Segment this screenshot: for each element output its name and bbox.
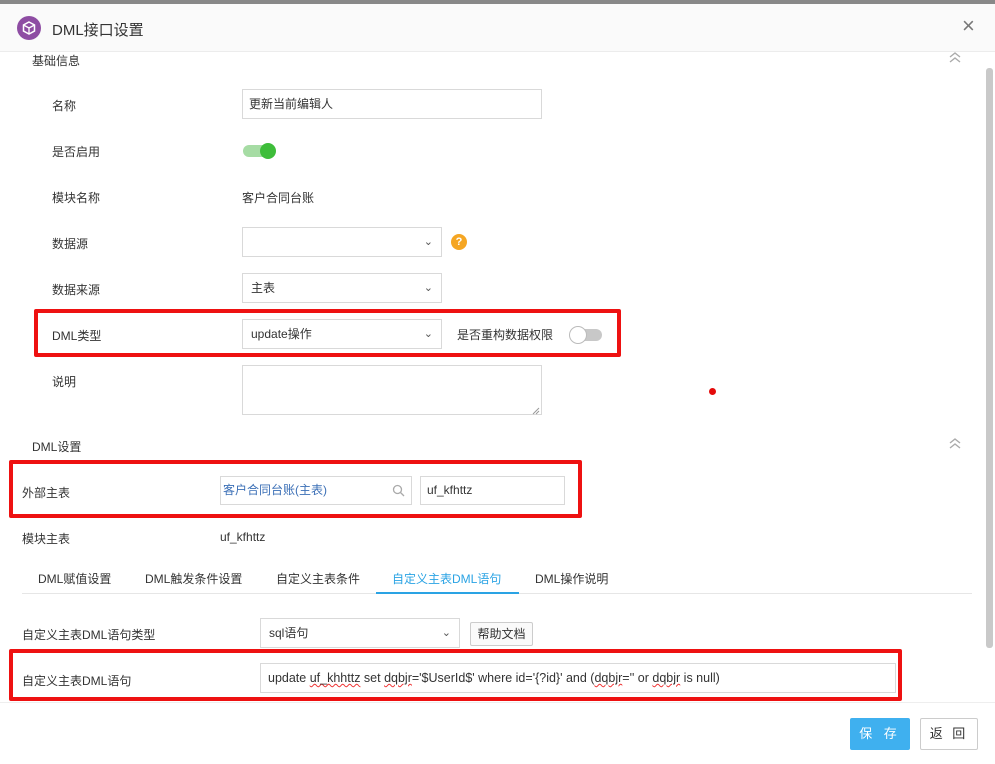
dialog-content: 基础信息 名称 更新当前编辑人 是否启用 模块名称 客户合同台账 数据源 ⌄ ?…: [0, 52, 990, 702]
chevron-down-icon: ⌄: [441, 627, 451, 639]
back-button[interactable]: 返 回: [920, 718, 978, 750]
stmt-text: is null): [680, 671, 720, 685]
stmt-text: uf_khhttz: [309, 671, 361, 685]
red-dot-marker: [709, 388, 716, 395]
stmt-text: set: [360, 671, 385, 685]
dml-type-select[interactable]: update操作 ⌄: [242, 319, 442, 349]
dialog-titlebar: DML接口设置 ×: [0, 4, 995, 52]
stmt-text: dqbjr: [384, 671, 412, 685]
module-label: 模块名称: [52, 191, 101, 205]
dialog-title: DML接口设置: [52, 22, 144, 39]
stmt-type-select[interactable]: sql语句 ⌄: [260, 618, 460, 648]
help-doc-button[interactable]: 帮助文档: [470, 622, 533, 646]
stmt-text: dqbjr: [594, 671, 623, 685]
tab-custom-dml[interactable]: 自定义主表DML语句: [392, 570, 501, 587]
scrollbar[interactable]: [986, 68, 993, 648]
module-main-value: uf_kfhttz: [220, 530, 266, 544]
dml-type-value: update操作: [251, 327, 312, 341]
external-table-input[interactable]: uf_kfhttz: [420, 476, 565, 505]
stmt-type-label: 自定义主表DML语句类型: [22, 628, 156, 642]
datasource-select[interactable]: ⌄: [242, 227, 442, 257]
rebuild-perm-toggle[interactable]: [569, 326, 602, 344]
stmt-text: ='' or: [622, 671, 653, 685]
collapse-up-icon[interactable]: [947, 437, 963, 450]
dml-type-label: DML类型: [52, 329, 102, 343]
stmt-text: update: [268, 671, 310, 685]
close-icon[interactable]: ×: [962, 14, 975, 38]
external-main-label: 外部主表: [22, 486, 71, 500]
enabled-label: 是否启用: [52, 145, 101, 159]
stmt-type-value: sql语句: [269, 626, 309, 640]
stmt-input[interactable]: update uf_khhttz set dqbjr='$UserId$' wh…: [260, 663, 896, 693]
save-button[interactable]: 保 存: [850, 718, 910, 750]
enabled-toggle[interactable]: [243, 143, 276, 159]
search-icon[interactable]: [392, 477, 405, 504]
chevron-down-icon: ⌄: [423, 282, 433, 294]
collapse-up-icon[interactable]: [947, 52, 963, 64]
external-main-value[interactable]: 客户合同台账(主表): [223, 483, 327, 497]
module-main-label: 模块主表: [22, 532, 71, 546]
stmt-text: dqbjr: [652, 671, 681, 685]
active-tab-indicator: [376, 592, 519, 594]
name-input[interactable]: 更新当前编辑人: [242, 89, 542, 119]
chevron-down-icon: ⌄: [423, 236, 433, 248]
tab-dml-trigger[interactable]: DML触发条件设置: [145, 570, 242, 587]
stmt-label: 自定义主表DML语句: [22, 674, 132, 688]
tab-dml-assign[interactable]: DML赋值设置: [38, 570, 111, 587]
toggle-knob: [260, 143, 276, 159]
data-origin-select[interactable]: 主表 ⌄: [242, 273, 442, 303]
toggle-knob: [569, 326, 587, 344]
tab-dml-help[interactable]: DML操作说明: [535, 570, 608, 587]
desc-textarea[interactable]: [242, 365, 542, 415]
section-title-dml: DML设置: [32, 440, 82, 454]
chevron-down-icon: ⌄: [423, 328, 433, 340]
external-main-browser[interactable]: 客户合同台账(主表): [220, 476, 412, 505]
tab-custom-condition[interactable]: 自定义主表条件: [276, 570, 360, 587]
dialog-footer: 保 存 返 回: [0, 702, 995, 764]
data-origin-value: 主表: [251, 281, 276, 295]
name-label: 名称: [52, 99, 77, 113]
stmt-text: ='$UserId$' where id='{?id}' and (: [411, 671, 595, 685]
app-logo-icon: [17, 16, 41, 40]
help-icon[interactable]: ?: [451, 234, 467, 250]
datasource-label: 数据源: [52, 237, 89, 251]
desc-label: 说明: [52, 375, 77, 389]
section-title-basic: 基础信息: [32, 54, 81, 68]
resize-grip-icon[interactable]: [532, 404, 540, 418]
rebuild-perm-label: 是否重构数据权限: [457, 328, 554, 342]
module-value: 客户合同台账: [242, 191, 315, 205]
data-origin-label: 数据来源: [52, 283, 101, 297]
